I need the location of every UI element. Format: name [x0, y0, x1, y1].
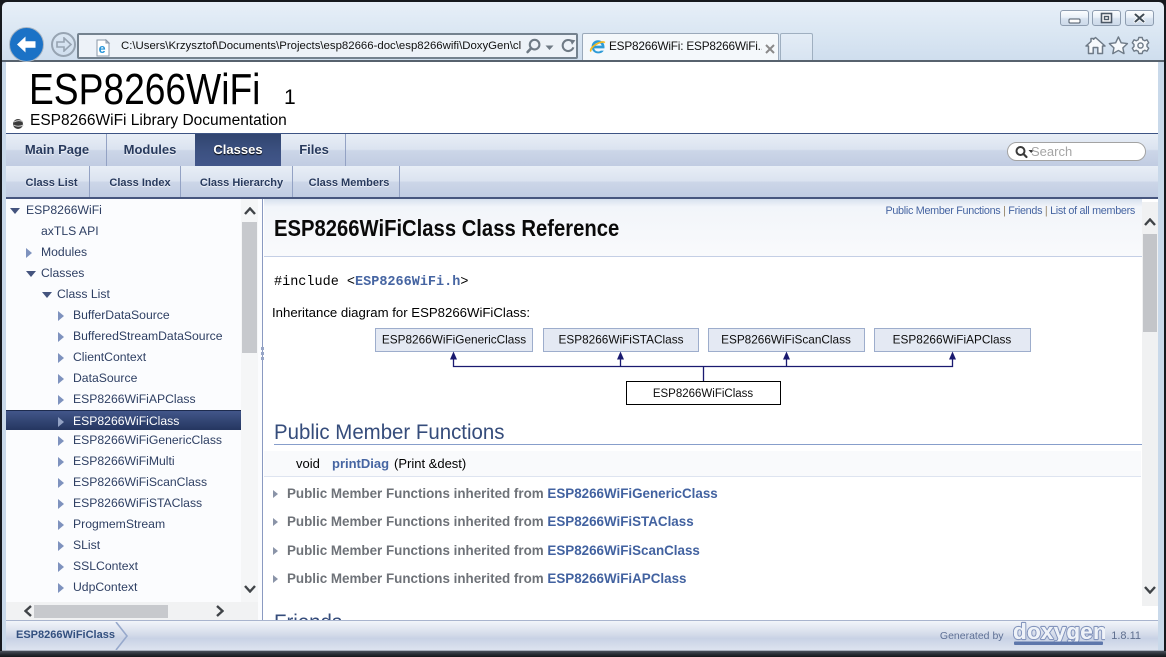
svg-text:ESP8266WiFiGenericClass: ESP8266WiFiGenericClass	[382, 333, 526, 347]
svg-text:e: e	[99, 42, 106, 56]
svg-text:doxygen: doxygen	[1013, 621, 1105, 644]
svg-text:ESP8266WiFiScanClass: ESP8266WiFiScanClass	[721, 333, 851, 347]
svg-text:ESP8266WiFiSTAClass: ESP8266WiFiSTAClass	[559, 333, 684, 347]
svg-text:ESP8266WiFiClass: ESP8266WiFiClass	[653, 388, 754, 400]
svg-text:ESP8266WiFiAPClass: ESP8266WiFiAPClass	[893, 333, 1012, 347]
